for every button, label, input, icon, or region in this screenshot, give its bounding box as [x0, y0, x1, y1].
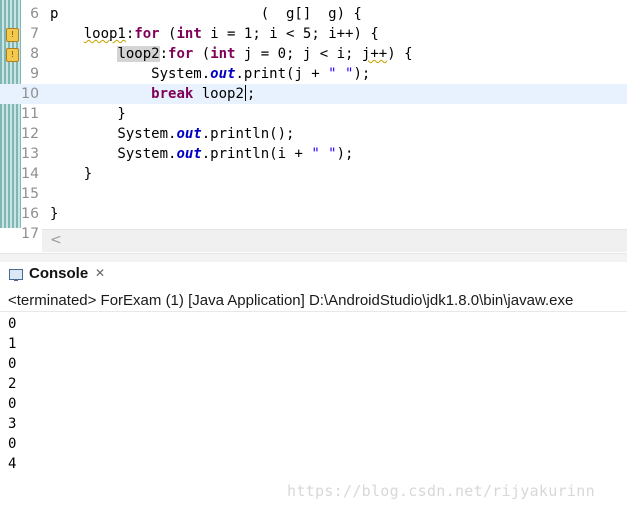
code-token: j = 0; j < i; [235, 46, 362, 62]
code-text: } [50, 104, 126, 124]
code-line[interactable]: 11 } [0, 104, 627, 124]
scroll-left-arrow-icon[interactable]: < [50, 232, 62, 248]
warning-token: j++ [361, 46, 388, 62]
highlighted-label-token: loop2 [117, 46, 160, 62]
code-token: ( [193, 46, 211, 62]
warning-marker-icon[interactable]: ! [6, 48, 19, 62]
console-output-line: 0 [8, 316, 17, 332]
code-token: System. [50, 146, 177, 162]
code-line[interactable]: 6 p ( g[] g) { [0, 4, 627, 24]
code-text: p ( g[] g) { [50, 4, 362, 24]
warning-marker-icon[interactable]: ! [6, 28, 19, 42]
string-token: " " [328, 66, 354, 82]
field-token: out [176, 126, 202, 142]
code-line[interactable]: 13 System.out.println(i + " "); [0, 144, 627, 164]
console-output-line: 3 [8, 416, 17, 432]
keyword-token: int [176, 26, 202, 42]
console-output-line: 2 [8, 376, 17, 392]
code-line[interactable]: 16} [0, 204, 627, 224]
code-line[interactable]: 12 System.out.println(); [0, 124, 627, 144]
code-token: ) { [387, 46, 413, 62]
line-number: 15 [21, 186, 39, 202]
keyword-token: for [168, 46, 194, 62]
watermark: https://blog.csdn.net/rijyakurinn [287, 482, 595, 500]
code-editor[interactable]: 6p ( g[] g) {7! loop1:for (int i = 1; i … [0, 0, 627, 253]
console-terminated-status: <terminated> ForExam (1) [Java Applicati… [0, 290, 627, 312]
line-number: 10 [21, 86, 39, 102]
code-line[interactable]: 15 [0, 184, 627, 204]
code-token: } [50, 206, 59, 222]
code-text: break loop2; [50, 84, 255, 104]
field-token: out [210, 66, 236, 82]
line-number: 8 [30, 46, 39, 62]
code-text: loop1:for (int i = 1; i < 5; i++) { [50, 24, 379, 44]
line-number: 6 [30, 6, 39, 22]
code-token: i = 1; i < 5; i++) { [201, 26, 379, 42]
code-text: System.out.println(i + " "); [50, 144, 353, 164]
line-number: 12 [21, 126, 39, 142]
code-line[interactable]: 14 } [0, 164, 627, 184]
code-line[interactable]: 9 System.out.print(j + " "); [0, 64, 627, 84]
console-output-line: 1 [8, 336, 17, 352]
code-text: loop2:for (int j = 0; j < i; j++) { [50, 44, 413, 64]
code-token: System. [50, 126, 177, 142]
panel-separator[interactable] [0, 253, 627, 262]
matching-brace-token: } [50, 106, 126, 122]
code-text: System.out.print(j + " "); [50, 64, 370, 84]
field-token: out [176, 146, 202, 162]
string-token: " " [311, 146, 337, 162]
line-number: 16 [21, 206, 39, 222]
code-token: .println(i + [201, 146, 312, 162]
warning-token: loop1 [83, 26, 126, 42]
close-icon[interactable]: ✕ [95, 266, 105, 280]
code-token: } [50, 166, 93, 182]
tab-console[interactable]: Console ✕ [0, 262, 627, 288]
line-number: 9 [30, 66, 39, 82]
code-text: } [50, 204, 58, 224]
console-output-line: 0 [8, 396, 17, 412]
keyword-token: break [151, 86, 194, 102]
code-token: ; [246, 86, 256, 102]
code-token: ); [336, 146, 354, 162]
console-output-line: 0 [8, 436, 17, 452]
horizontal-scrollbar[interactable]: < [42, 229, 627, 252]
keyword-token: int [210, 46, 236, 62]
console-output-line: 4 [8, 456, 17, 472]
console-output[interactable]: 0 1 0 2 0 3 0 4 [8, 314, 16, 474]
code-token: .println(); [201, 126, 295, 142]
code-token: loop2 [193, 86, 244, 102]
line-number: 14 [21, 166, 39, 182]
console-output-line: 0 [8, 356, 17, 372]
code-token: System. [50, 66, 211, 82]
code-token: ); [353, 66, 371, 82]
code-token: ( [159, 26, 177, 42]
line-number: 13 [21, 146, 39, 162]
code-text: } [50, 164, 92, 184]
console-tab-title: Console [29, 265, 89, 282]
code-line[interactable]: 8! loop2:for (int j = 0; j < i; j++) { [0, 44, 627, 64]
code-token: p ( g[] g) { [50, 6, 362, 22]
text-caret [244, 85, 246, 101]
line-number: 11 [21, 106, 39, 122]
code-line[interactable]: 10 break loop2; [0, 84, 627, 104]
code-text: System.out.println(); [50, 124, 294, 144]
line-number: 7 [30, 26, 39, 42]
code-token: : [159, 46, 169, 62]
console-icon [9, 269, 23, 281]
line-number: 17 [21, 226, 39, 242]
code-token: .print(j + [235, 66, 329, 82]
keyword-token: for [134, 26, 160, 42]
code-line[interactable]: 7! loop1:for (int i = 1; i < 5; i++) { [0, 24, 627, 44]
